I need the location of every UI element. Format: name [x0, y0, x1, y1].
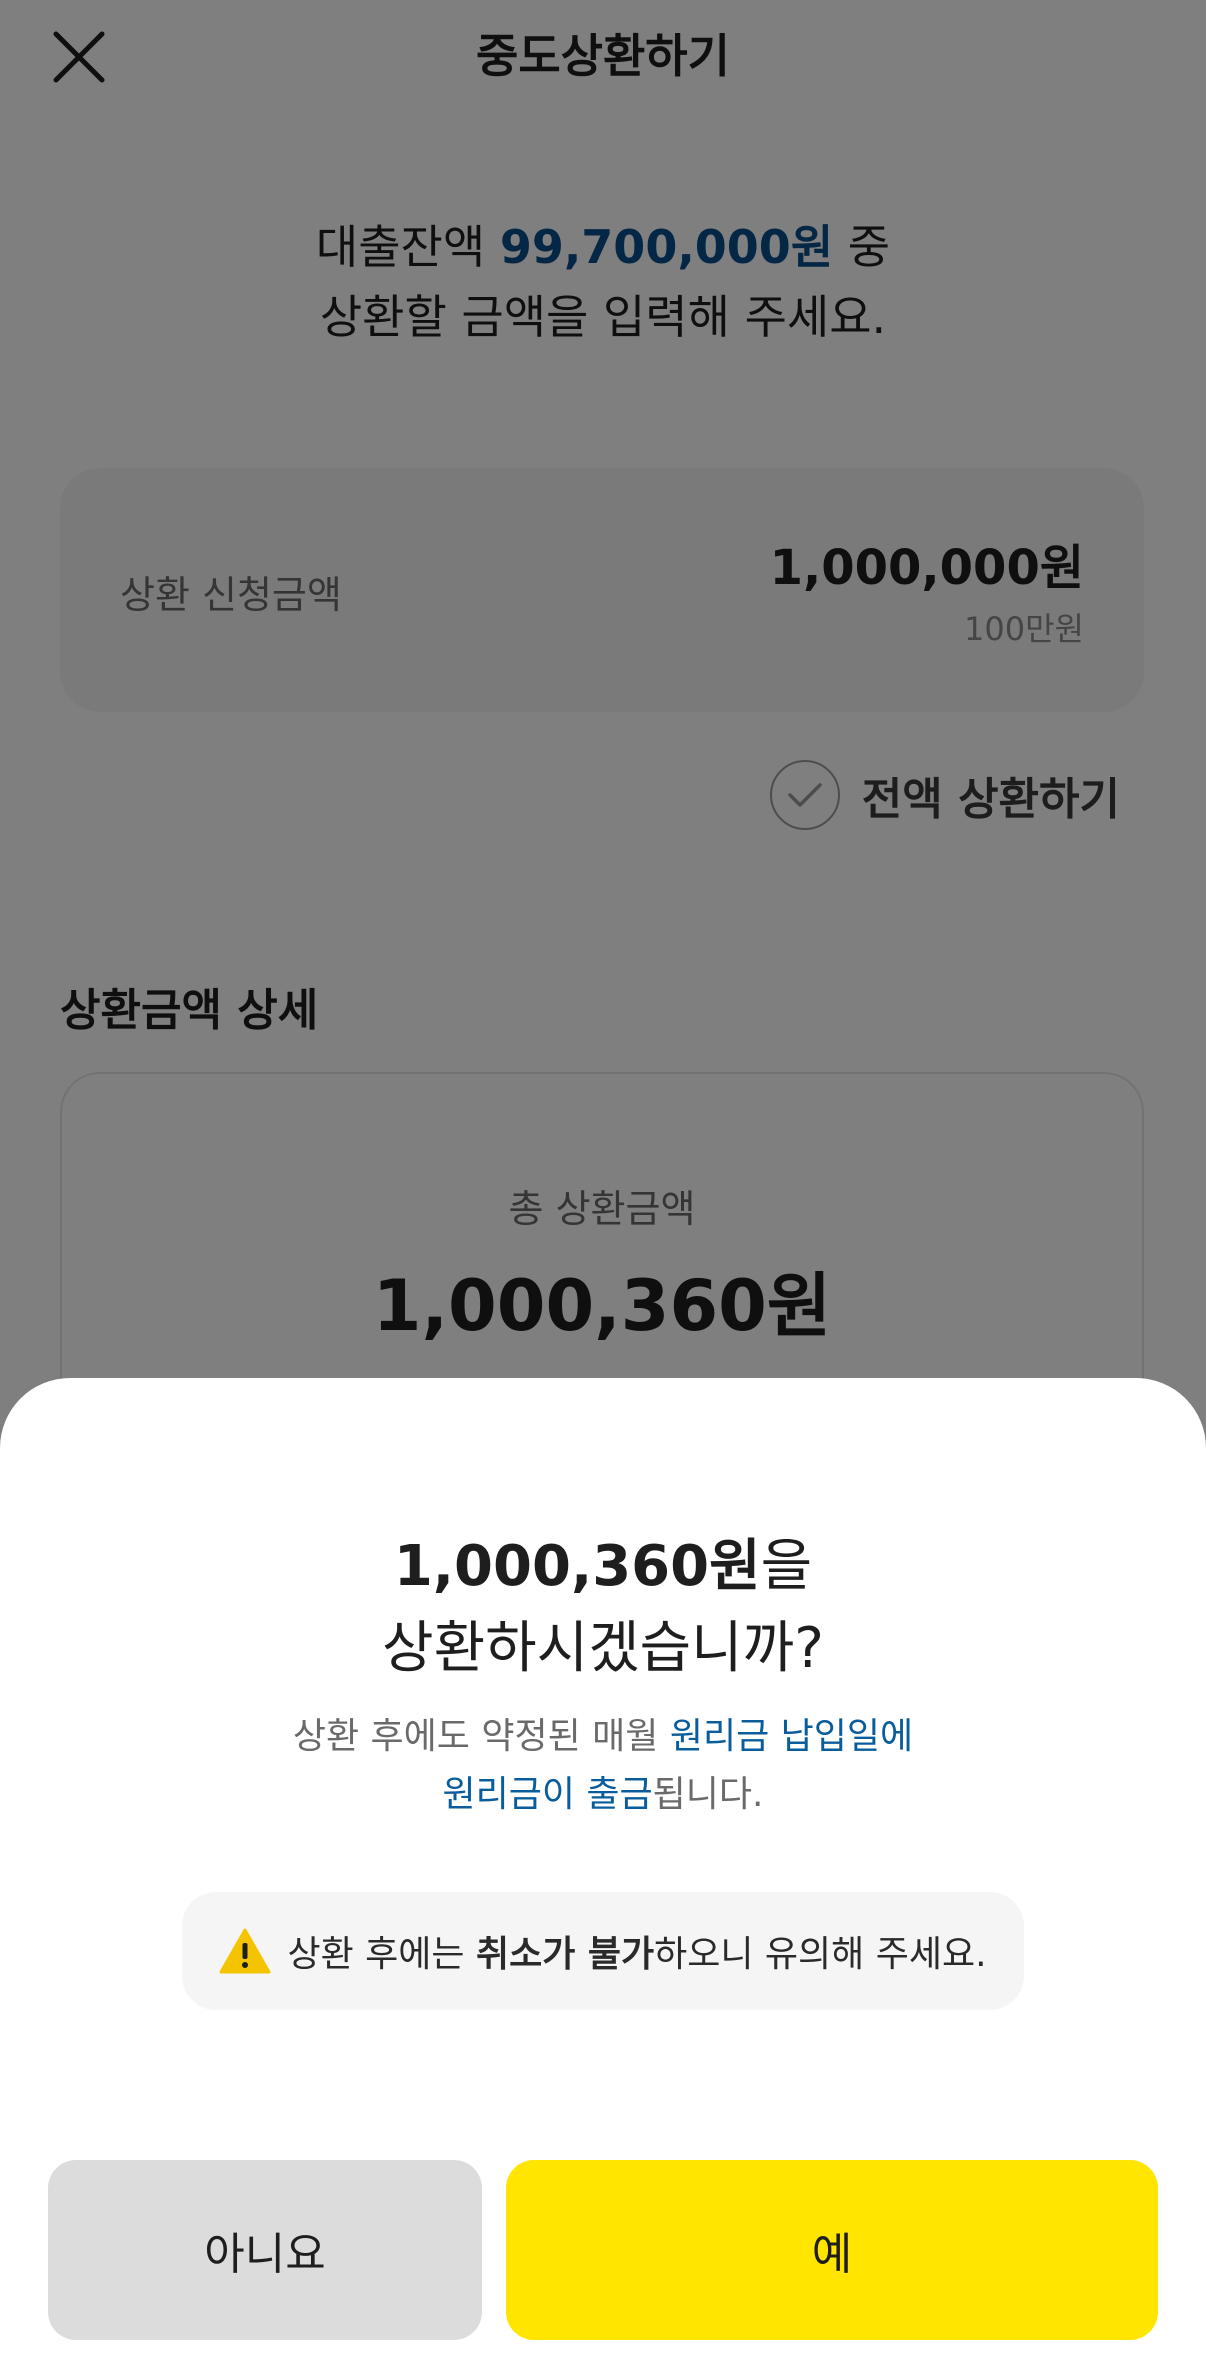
notice-text: 상환 후에는 취소가 불가하오니 유의해 주세요. — [287, 1925, 986, 1977]
sheet-title-amount: 1,000,360원 — [393, 1534, 761, 1599]
notice-suffix: 하오니 유의해 주세요. — [654, 1934, 987, 1975]
no-button[interactable]: 아니요 — [48, 2160, 482, 2340]
notice-bold: 취소가 불가 — [475, 1934, 655, 1975]
desc-prefix: 상환 후에도 약정된 매월 — [292, 1716, 670, 1757]
sheet-title: 1,000,360원을 상환하시겠습니까? — [0, 1526, 1206, 1690]
sheet-title-suffix: 을 — [760, 1534, 813, 1599]
notice-box: 상환 후에는 취소가 불가하오니 유의해 주세요. — [182, 1892, 1024, 2010]
notice-prefix: 상환 후에는 — [287, 1934, 476, 1975]
yes-button[interactable]: 예 — [506, 2160, 1158, 2340]
warning-icon — [219, 1928, 271, 1974]
desc-link-withdrawal: 원리금이 출금 — [442, 1774, 653, 1815]
desc-suffix: 됩니다. — [652, 1774, 764, 1815]
sheet-title-line2: 상환하시겠습니까? — [382, 1616, 824, 1681]
confirm-bottom-sheet: 1,000,360원을 상환하시겠습니까? 상환 후에도 약정된 매월 원리금 … — [0, 1378, 1206, 2378]
sheet-description: 상환 후에도 약정된 매월 원리금 납입일에 원리금이 출금됩니다. — [0, 1708, 1206, 1824]
desc-link-payment-date: 원리금 납입일에 — [669, 1716, 914, 1757]
